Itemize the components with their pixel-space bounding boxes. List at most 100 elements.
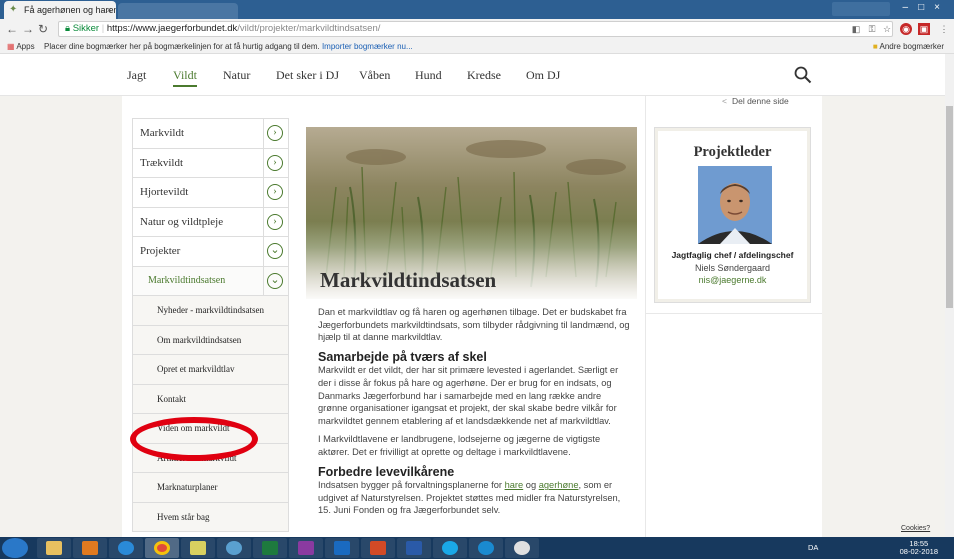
search-app-button[interactable] — [217, 538, 251, 558]
outlook-button[interactable] — [325, 538, 359, 558]
nav-item-kredse[interactable]: Kredse — [467, 68, 501, 83]
project-leader-heading: Projektleder — [693, 144, 772, 160]
url-input[interactable]: 🔒︎ Sikker | https://www.jaegerforbundet.… — [58, 21, 893, 37]
nav-item-hund[interactable]: Hund — [415, 68, 442, 83]
sidebar-arrow: › — [263, 148, 286, 177]
close-tab-icon[interactable]: × — [107, 1, 112, 19]
apps-grid-icon: ▦ — [7, 42, 15, 51]
music-icon — [514, 541, 530, 555]
extension-pdf-icon[interactable]: ▣ — [918, 23, 930, 35]
address-toolbar: ← → ↻ 🔒︎ Sikker | https://www.jaegerforb… — [0, 19, 954, 39]
section-heading-samarbejde: Samarbejde på tværs af skel — [318, 349, 487, 364]
sidebar-arrow: ⌄ — [263, 237, 286, 266]
menu-icon[interactable]: ⋮ — [938, 23, 950, 35]
forward-icon[interactable]: → — [22, 22, 34, 36]
scrollbar-thumb[interactable] — [946, 106, 953, 308]
lock-icon: 🔒︎ — [65, 23, 73, 34]
chevron-down-icon[interactable]: ⌄ — [267, 243, 283, 259]
agerhoene-link[interactable]: agerhøne — [539, 480, 579, 490]
person-portrait-image — [698, 166, 772, 244]
sidebar-item-label: Projekter — [140, 245, 181, 257]
page-title: Markvildtindsatsen — [320, 268, 497, 292]
sidebar-item-marknaturplaner[interactable]: Marknaturplaner — [132, 472, 289, 503]
paragraph-text: og — [523, 480, 539, 491]
magnifier-icon — [226, 541, 242, 555]
chevron-right-icon[interactable]: › — [267, 184, 283, 200]
powerpoint-button[interactable] — [361, 538, 395, 558]
sidebar-arrow: ⌄ — [263, 266, 286, 295]
itunes-button[interactable] — [505, 538, 539, 558]
bookmarks-hint: Placer dine bogmærker her på bogmærkelin… — [44, 39, 413, 54]
chevron-right-icon[interactable]: › — [267, 154, 283, 171]
notes-button[interactable] — [181, 538, 215, 558]
chevron-right-icon[interactable]: › — [267, 125, 283, 141]
right-column-separator — [645, 313, 822, 314]
apps-label: Apps — [16, 42, 35, 51]
profile-button[interactable] — [832, 2, 890, 16]
sidebar-item-label: Opret et markvildtlav — [157, 364, 235, 374]
outlook-icon — [334, 541, 350, 555]
bookmarks-hint-text: Placer dine bogmærker her på bogmærkelin… — [44, 42, 320, 51]
excel-button[interactable] — [253, 538, 287, 558]
nav-item-om-dj[interactable]: Om DJ — [526, 68, 560, 83]
sidebar-item-projekter[interactable]: Projekter ⌄ — [132, 236, 289, 267]
import-bookmarks-link[interactable]: Importer bogmærker nu... — [322, 42, 413, 51]
skype-business-button[interactable] — [469, 538, 503, 558]
sidebar-item-hvem-staar-bag[interactable]: Hvem står bag — [132, 501, 289, 532]
system-clock[interactable]: 18:55 08-02-2018 — [900, 540, 938, 556]
nav-item-det-sker-i-dj[interactable]: Det sker i DJ — [276, 68, 339, 83]
onenote-button[interactable] — [289, 538, 323, 558]
sidebar-item-traekvildt[interactable]: Trækvildt › — [132, 147, 289, 178]
paragraph-text: Indsatsen bygger på forvaltningsplanerne… — [318, 480, 505, 491]
sidebar-item-opret-markvildtlav[interactable]: Opret et markvildtlav — [132, 354, 289, 385]
reload-icon[interactable]: ↻ — [38, 22, 48, 36]
chevron-down-icon[interactable]: ⌄ — [267, 272, 283, 289]
page-scrollbar[interactable] — [945, 54, 954, 537]
key-icon[interactable]: ⚿ — [866, 23, 878, 35]
hare-link[interactable]: hare — [505, 480, 524, 490]
sidebar-item-natur-og-vildtpleje[interactable]: Natur og vildtpleje › — [132, 206, 289, 237]
start-button[interactable] — [2, 538, 28, 558]
word-button[interactable] — [397, 538, 431, 558]
browser-tab[interactable]: ✦ Få agerhønen og haren tilbage × — [4, 1, 116, 19]
other-bookmarks-label: Andre bogmærker — [879, 42, 944, 51]
search-icon[interactable] — [794, 66, 812, 84]
apps-shortcut[interactable]: ▦ Apps — [7, 39, 35, 54]
url-path: /vildt/projekter/markvildtindsatsen/ — [237, 23, 381, 34]
share-icon: < — [722, 96, 727, 106]
cookies-link[interactable]: Cookies? — [901, 525, 930, 532]
sidebar-item-markvildt[interactable]: Markvildt › — [132, 118, 289, 149]
chrome-button[interactable] — [145, 538, 179, 558]
sidebar-item-kontakt[interactable]: Kontakt — [132, 383, 289, 414]
project-leader-email-link[interactable]: nis@jaegerne.dk — [658, 275, 807, 285]
media-player-button[interactable] — [73, 538, 107, 558]
extension-icon[interactable]: ◉ — [900, 23, 912, 35]
sidebar-item-markvildtindsatsen[interactable]: Markvildtindsatsen ⌄ — [132, 265, 289, 296]
sidebar-item-label: Om markvildtindsatsen — [157, 334, 242, 345]
new-tab-button[interactable] — [118, 3, 238, 19]
nav-item-natur[interactable]: Natur — [223, 68, 250, 83]
back-icon[interactable]: ← — [6, 22, 18, 36]
other-bookmarks[interactable]: ■ Andre bogmærker — [873, 39, 944, 54]
share-link[interactable]: < Del denne side — [722, 96, 789, 106]
nav-item-jagt[interactable]: Jagt — [127, 68, 146, 83]
nav-item-vaaben[interactable]: Våben — [359, 68, 390, 83]
file-explorer-button[interactable] — [37, 538, 71, 558]
project-leader-photo — [698, 166, 772, 244]
sidebar-item-hjortevildt[interactable]: Hjortevildt › — [132, 177, 289, 208]
bookmark-star-icon[interactable]: ☆ — [881, 23, 893, 35]
internet-explorer-button[interactable] — [109, 538, 143, 558]
skype-business-icon — [478, 541, 494, 555]
article-paragraph-2: I Markvildtlavene er landbrugene, lodsej… — [318, 434, 601, 457]
sidebar-item-label: Markvildtindsatsen — [148, 274, 226, 286]
translate-icon[interactable]: ◧ — [850, 23, 862, 35]
nav-item-vildt[interactable]: Vildt — [173, 68, 197, 87]
language-indicator[interactable]: DA — [808, 543, 818, 552]
skype-button[interactable] — [433, 538, 467, 558]
window-controls[interactable]: –□× — [903, 2, 950, 13]
sidebar-item-nyheder[interactable]: Nyheder - markvildtindsatsen — [132, 295, 289, 326]
sidebar-item-om-markvildtindsatsen[interactable]: Om markvildtindsatsen — [132, 324, 289, 355]
project-leader-box: Projektleder Jagtfaglig chef / afdelings… — [654, 127, 811, 303]
chevron-right-icon[interactable]: › — [267, 213, 283, 230]
sidebar-item-label: Markvildt — [140, 127, 184, 139]
